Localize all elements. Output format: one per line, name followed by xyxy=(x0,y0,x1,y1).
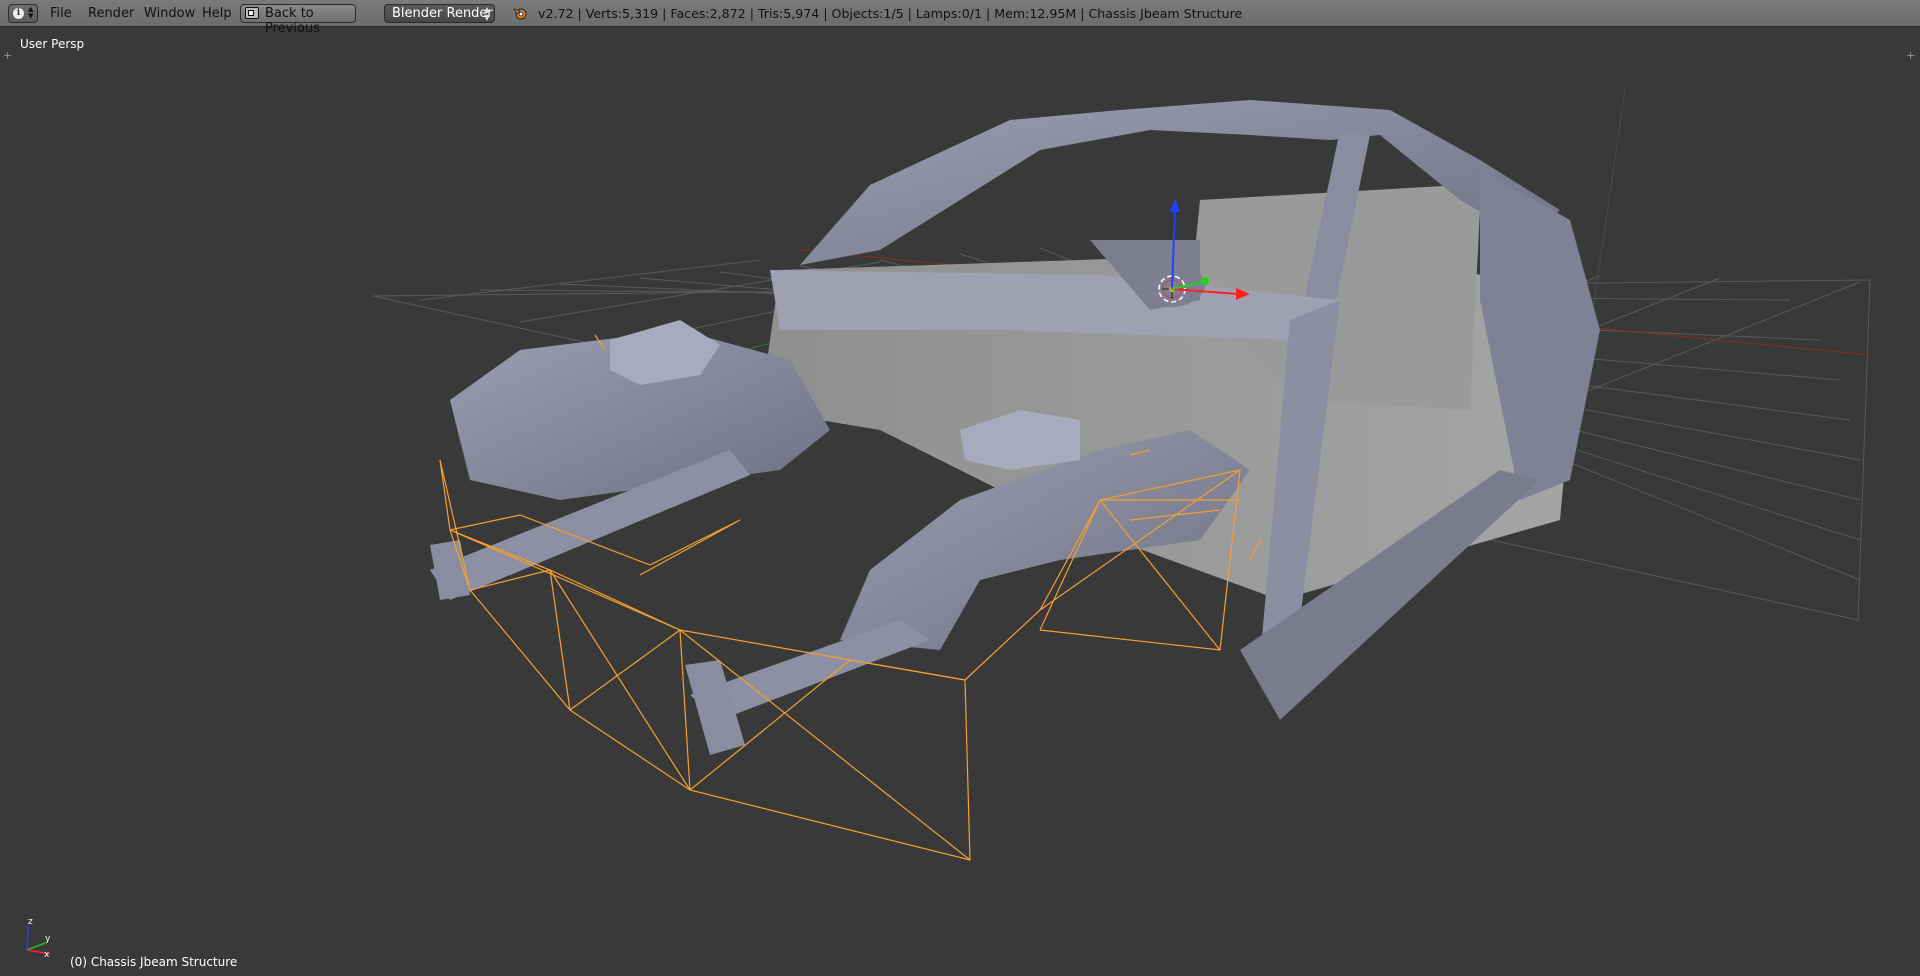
menu-render[interactable]: Render xyxy=(88,6,134,21)
editor-type-button[interactable]: i ▲ ▼ xyxy=(8,4,38,23)
area-split-right-icon[interactable]: + xyxy=(1906,50,1915,61)
back-to-previous-button[interactable]: Back to Previous xyxy=(240,4,356,36)
menu-window[interactable]: Window xyxy=(144,6,195,21)
area-split-left-icon[interactable]: + xyxy=(3,50,12,61)
left-crash-plate xyxy=(430,540,470,600)
render-engine-select[interactable]: Blender Render ▲ ▼ xyxy=(384,4,495,23)
seat-mount xyxy=(1135,263,1205,307)
blender-logo-icon xyxy=(513,8,527,20)
view-label: User Persp xyxy=(20,37,85,51)
active-object-label: (0) Chassis Jbeam Structure xyxy=(70,955,238,969)
render-engine-value: Blender Render xyxy=(392,6,493,21)
axis-x-label: x xyxy=(44,950,50,960)
3d-viewport[interactable]: z y x User Persp + + (0) Chassis Jbeam S… xyxy=(0,28,1920,976)
scene-statistics: v2.72 | Verts:5,319 | Faces:2,872 | Tris… xyxy=(538,6,1243,21)
info-header: i ▲ ▼ File Render Window Help Back to Pre… xyxy=(0,0,1920,36)
z-axis-line xyxy=(1589,89,1626,331)
screen-back-icon xyxy=(245,7,259,19)
up-down-arrows-icon: ▲ ▼ xyxy=(28,5,34,20)
dropdown-arrows-icon: ▲ ▼ xyxy=(483,5,490,22)
axis-z-label: z xyxy=(28,917,33,927)
menu-file[interactable]: File xyxy=(50,6,72,21)
axis-gizmo: z y x xyxy=(26,917,51,960)
viewport-canvas[interactable]: z y x xyxy=(0,28,1920,976)
axis-y-label: y xyxy=(45,934,51,944)
menu-help[interactable]: Help xyxy=(202,6,232,21)
info-icon: i xyxy=(13,8,24,19)
